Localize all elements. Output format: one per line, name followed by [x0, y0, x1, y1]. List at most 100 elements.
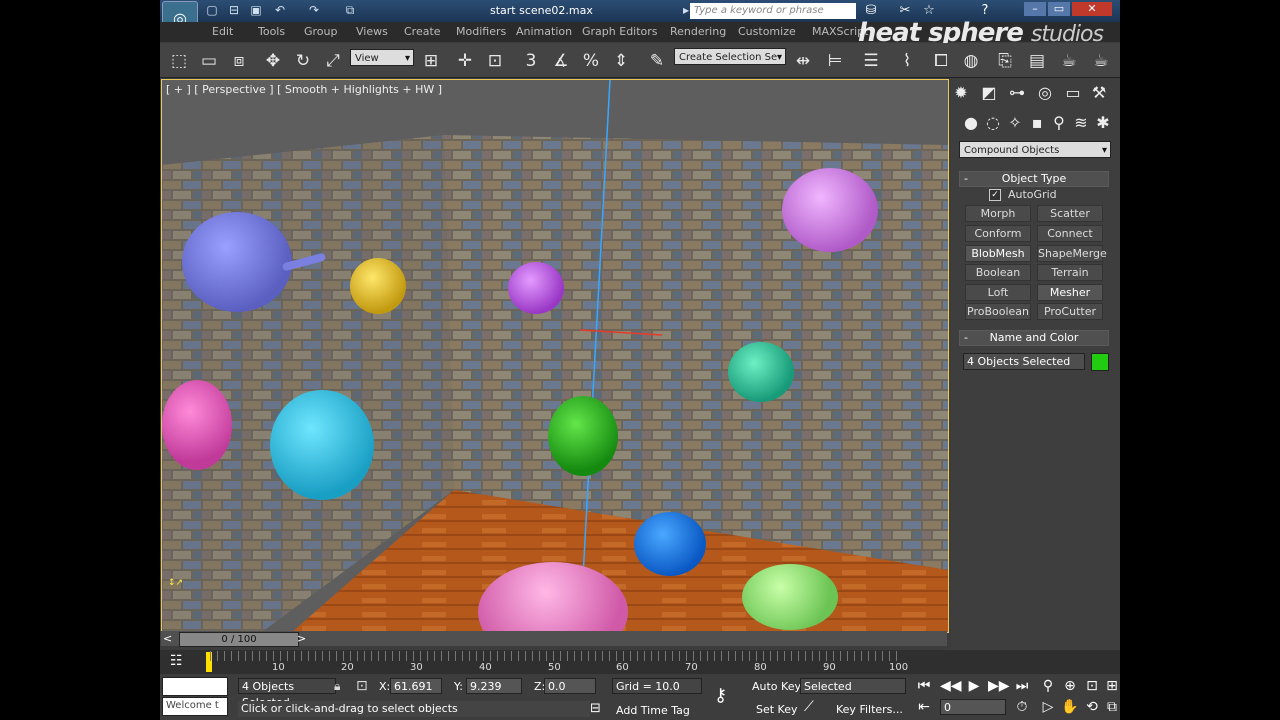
minimize-button[interactable]: – [1024, 2, 1046, 16]
blobmesh-button[interactable]: BlobMesh [965, 245, 1031, 262]
spinner-snap-icon[interactable]: ⇕ [610, 50, 632, 72]
menu-rendering[interactable]: Rendering [670, 25, 726, 38]
angle-snap-icon[interactable]: ∡ [550, 50, 572, 72]
shapemerge-button[interactable]: ShapeMerge [1037, 245, 1107, 262]
menu-modifiers[interactable]: Modifiers [456, 25, 506, 38]
teapot-blue-purple[interactable] [182, 212, 292, 312]
object-name-field[interactable]: 4 Objects Selected [963, 353, 1085, 370]
lights-icon[interactable]: ✧ [1005, 113, 1025, 133]
teapot-purple-selected[interactable] [508, 262, 564, 314]
systems-icon[interactable]: ✱ [1093, 113, 1113, 133]
time-slider[interactable]: < 0 / 100 > [161, 631, 947, 647]
lock-selection-icon[interactable]: 🔒︎ [334, 679, 340, 694]
menu-customize[interactable]: Customize [738, 25, 796, 38]
procutter-button[interactable]: ProCutter [1037, 303, 1103, 320]
prev-frame-icon[interactable]: ◀◀ [940, 678, 962, 694]
motion-tab-icon[interactable]: ◎ [1035, 83, 1055, 103]
conform-button[interactable]: Conform [965, 225, 1031, 242]
menu-animation[interactable]: Animation [516, 25, 572, 38]
x-coordinate-field[interactable]: 61.691 [390, 678, 442, 694]
connect-button[interactable]: Connect [1037, 225, 1103, 242]
select-object-icon[interactable]: ⬚ [168, 50, 190, 72]
menu-create[interactable]: Create [404, 25, 441, 38]
curve-editor-icon[interactable]: ⌇ [896, 50, 918, 72]
time-slider-thumb[interactable]: 0 / 100 [179, 632, 299, 647]
teapot-light-green[interactable] [742, 564, 838, 630]
teapot-teal-selected[interactable] [728, 342, 794, 402]
goto-start-icon[interactable]: ⏮ [914, 678, 934, 694]
fov-icon[interactable]: ▷ [1038, 699, 1058, 715]
proboolean-button[interactable]: ProBoolean [965, 303, 1031, 320]
zoom-extents-icon[interactable]: ⊡ [1082, 678, 1102, 694]
select-manipulate-icon[interactable]: ✛ [454, 50, 476, 72]
utilities-tab-icon[interactable]: ⚒ [1089, 83, 1109, 103]
pivot-center-icon[interactable]: ⊞ [420, 50, 442, 72]
cameras-icon[interactable]: ▪ [1027, 113, 1047, 133]
align-icon[interactable]: ⊨ [824, 50, 846, 72]
helpers-icon[interactable]: ⚲ [1049, 113, 1069, 133]
zoom-icon[interactable]: ⚲ [1038, 678, 1058, 694]
help-icon[interactable]: ? [976, 3, 994, 19]
absolute-mode-icon[interactable]: ⊡ [356, 678, 368, 694]
render-production-icon[interactable]: ☕ [1058, 50, 1080, 72]
select-region-icon[interactable]: ▭ [198, 50, 220, 72]
zoom-all-icon[interactable]: ⊕ [1060, 678, 1080, 694]
time-prev-icon[interactable]: < [163, 632, 172, 645]
move-icon[interactable]: ✥ [262, 50, 284, 72]
maxscript-listener-field[interactable] [162, 677, 228, 696]
star-icon[interactable]: ☆ [920, 3, 938, 19]
hierarchy-tab-icon[interactable]: ⊶ [1007, 83, 1027, 103]
next-frame-icon[interactable]: ▶▶ [988, 678, 1010, 694]
reference-coordinate-dropdown[interactable]: View [350, 49, 414, 67]
key-icon[interactable]: ⚷ [714, 685, 727, 706]
edit-named-selection-icon[interactable]: ✎ [646, 50, 668, 72]
menu-group[interactable]: Group [304, 25, 338, 38]
rotate-icon[interactable]: ↻ [292, 50, 314, 72]
teapot-green-selected[interactable] [548, 396, 618, 476]
teapot-cyan[interactable] [270, 390, 374, 500]
zoom-extents-all-icon[interactable]: ⊞ [1102, 678, 1120, 694]
mirror-icon[interactable]: ⇹ [792, 50, 814, 72]
undo-icon[interactable]: ↶ [272, 3, 288, 18]
goto-end-icon[interactable]: ⏭ [1012, 678, 1032, 694]
modify-tab-icon[interactable]: ◩ [979, 83, 999, 103]
orbit-icon[interactable]: ⟲ [1082, 699, 1102, 715]
window-crossing-icon[interactable]: ⧈ [228, 50, 250, 72]
maximize-button[interactable]: ▭ [1048, 2, 1070, 16]
open-file-icon[interactable]: ⊟ [226, 3, 242, 18]
render-frame-icon[interactable]: ▤ [1026, 50, 1048, 72]
track-bar[interactable]: ☷ 10 20 30 40 50 60 70 80 90 100 [160, 650, 1120, 674]
autogrid-checkbox[interactable]: ✓ [989, 189, 1001, 201]
render-setup-icon[interactable]: ⎘ [994, 50, 1016, 72]
loft-button[interactable]: Loft [965, 284, 1031, 301]
percent-snap-icon[interactable]: % [580, 50, 602, 72]
mesher-button[interactable]: Mesher [1037, 284, 1103, 301]
viewport-label[interactable]: [ + ] [ Perspective ] [ Smooth + Highlig… [166, 83, 442, 96]
curve-editor-mini-icon[interactable]: ☷ [170, 653, 183, 669]
object-color-swatch[interactable] [1091, 353, 1109, 371]
play-icon[interactable]: ▶ [964, 678, 984, 694]
menu-edit[interactable]: Edit [212, 25, 233, 38]
auto-key-button[interactable]: Auto Key [752, 680, 801, 693]
keyboard-shortcut-icon[interactable]: ⊡ [484, 50, 506, 72]
boolean-button[interactable]: Boolean [965, 264, 1031, 281]
save-icon[interactable]: ▣ [248, 3, 264, 18]
y-coordinate-field[interactable]: 9.239 [466, 678, 522, 694]
add-time-tag-button[interactable]: Add Time Tag [616, 704, 690, 717]
geometry-icon[interactable]: ● [961, 113, 981, 133]
category-dropdown[interactable]: Compound Objects [959, 141, 1111, 159]
new-file-icon[interactable]: ▢ [204, 3, 220, 18]
pan-icon[interactable]: ✋ [1060, 699, 1080, 715]
schematic-view-icon[interactable]: ⧠ [930, 50, 952, 72]
morph-button[interactable]: Morph [965, 205, 1031, 222]
time-tag-icon[interactable]: ⊟ [590, 701, 601, 716]
time-next-icon[interactable]: > [297, 632, 306, 645]
shapes-icon[interactable]: ◌ [983, 113, 1003, 133]
teapot-lilac-selected[interactable] [782, 168, 878, 252]
scatter-button[interactable]: Scatter [1037, 205, 1103, 222]
set-key-button[interactable]: Set Key [756, 703, 798, 716]
search-input[interactable]: Type a keyword or phrase [690, 3, 856, 19]
key-mode-dropdown[interactable]: Selected [800, 678, 906, 694]
snaps-toggle-icon[interactable]: 3 [520, 50, 542, 72]
binoculars-icon[interactable]: ⛁ [862, 3, 880, 19]
